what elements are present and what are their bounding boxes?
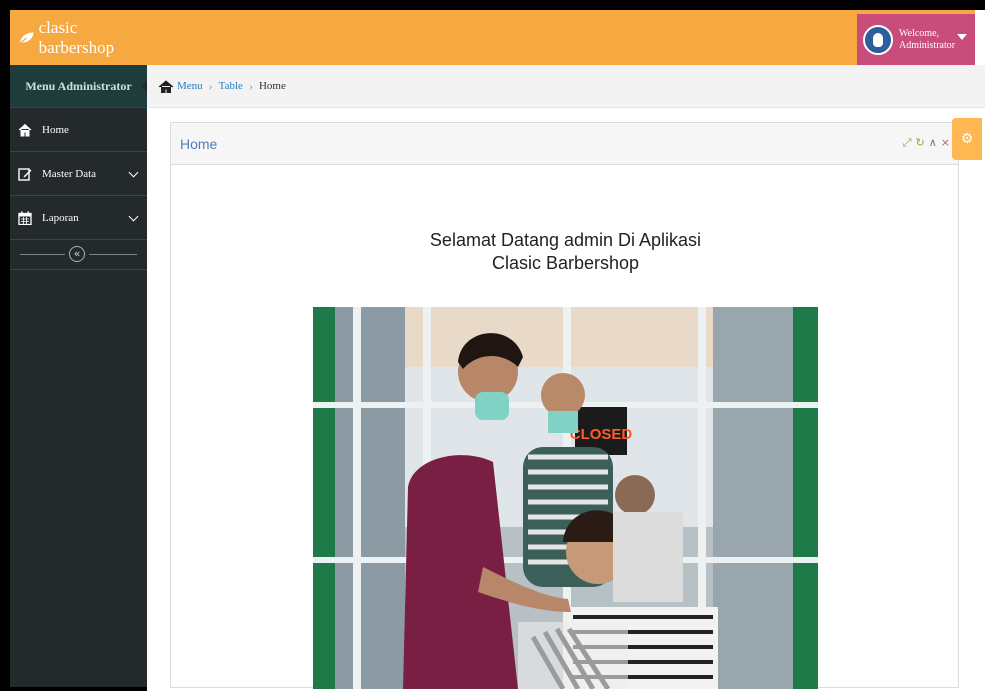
divider [89, 254, 137, 255]
welcome-label: Welcome, Administrator [899, 28, 955, 52]
home-icon [158, 79, 174, 93]
breadcrumb-current: Home [258, 80, 286, 92]
sidebar-collapse-row: « [10, 240, 147, 270]
close-icon[interactable]: × [941, 136, 950, 150]
widget-header: Home ⤢ ↻ ∧ × [171, 123, 958, 165]
sidebar-title: Menu Administrator [10, 65, 147, 108]
widget-toolbar: ⤢ ↻ ∧ × [903, 136, 950, 150]
reload-icon[interactable]: ↻ [916, 136, 925, 150]
breadcrumb-menu-link[interactable]: Menu [177, 80, 203, 92]
app-name: Clasic Barbershop [491, 253, 640, 273]
caret-down-icon [957, 34, 967, 40]
settings-gear-icon[interactable]: ⚙ [952, 118, 982, 160]
divider [20, 254, 65, 255]
fullscreen-icon[interactable]: ⤢ [903, 136, 912, 150]
welcome-message: Selamat Datang admin Di Aplikasi Clasic … [171, 229, 960, 275]
sidebar-item-home[interactable]: Home [10, 108, 147, 152]
chevron-up-icon[interactable]: ∧ [929, 136, 937, 150]
sidebar-item-master-data[interactable]: Master Data [10, 152, 147, 196]
sidebar-item-label: Laporan [42, 211, 79, 224]
home-widget: Home ⤢ ↻ ∧ × Selamat Datang admin Di Apl… [170, 122, 960, 689]
user-avatar-icon [863, 24, 893, 55]
barbershop-photo: CLOSED [313, 307, 818, 689]
barbershop-illustration: CLOSED [313, 307, 818, 689]
breadcrumb-table-link[interactable]: Table [219, 80, 243, 92]
welcome-greeting: Welcome, [899, 27, 940, 39]
brand-name: clasic barbershop [38, 17, 115, 57]
sidebar-item-label: Home [42, 123, 69, 136]
sidebar-pointer [141, 80, 147, 92]
user-menu[interactable]: Welcome, Administrator [857, 14, 975, 65]
top-navbar: clasic barbershop Welcome, Administrator [10, 10, 975, 65]
sidebar-item-label: Master Data [42, 167, 97, 180]
breadcrumb-separator-icon: › [248, 78, 253, 93]
closed-sign: CLOSED [570, 426, 633, 443]
breadcrumb-separator-icon: › [208, 78, 213, 93]
chevron-down-icon [128, 211, 139, 222]
welcome-username: Administrator [899, 39, 956, 51]
chevron-down-icon [128, 167, 139, 178]
home-icon [18, 123, 32, 136]
widget-title: Home [180, 135, 218, 152]
edit-icon [18, 167, 32, 181]
welcome-line: Selamat Datang admin Di Aplikasi [429, 230, 702, 250]
sidebar-collapse-button[interactable]: « [69, 246, 85, 262]
brand-logo[interactable]: clasic barbershop [10, 10, 148, 65]
main-content: Home ⤢ ↻ ∧ × Selamat Datang admin Di Apl… [147, 108, 985, 691]
calendar-icon [18, 211, 32, 225]
leaf-icon [18, 31, 34, 45]
sidebar: Menu Administrator Home Master Data Lapo… [10, 65, 147, 687]
sidebar-item-laporan[interactable]: Laporan [10, 196, 147, 240]
breadcrumb: Menu › Table › Home [141, 65, 985, 108]
